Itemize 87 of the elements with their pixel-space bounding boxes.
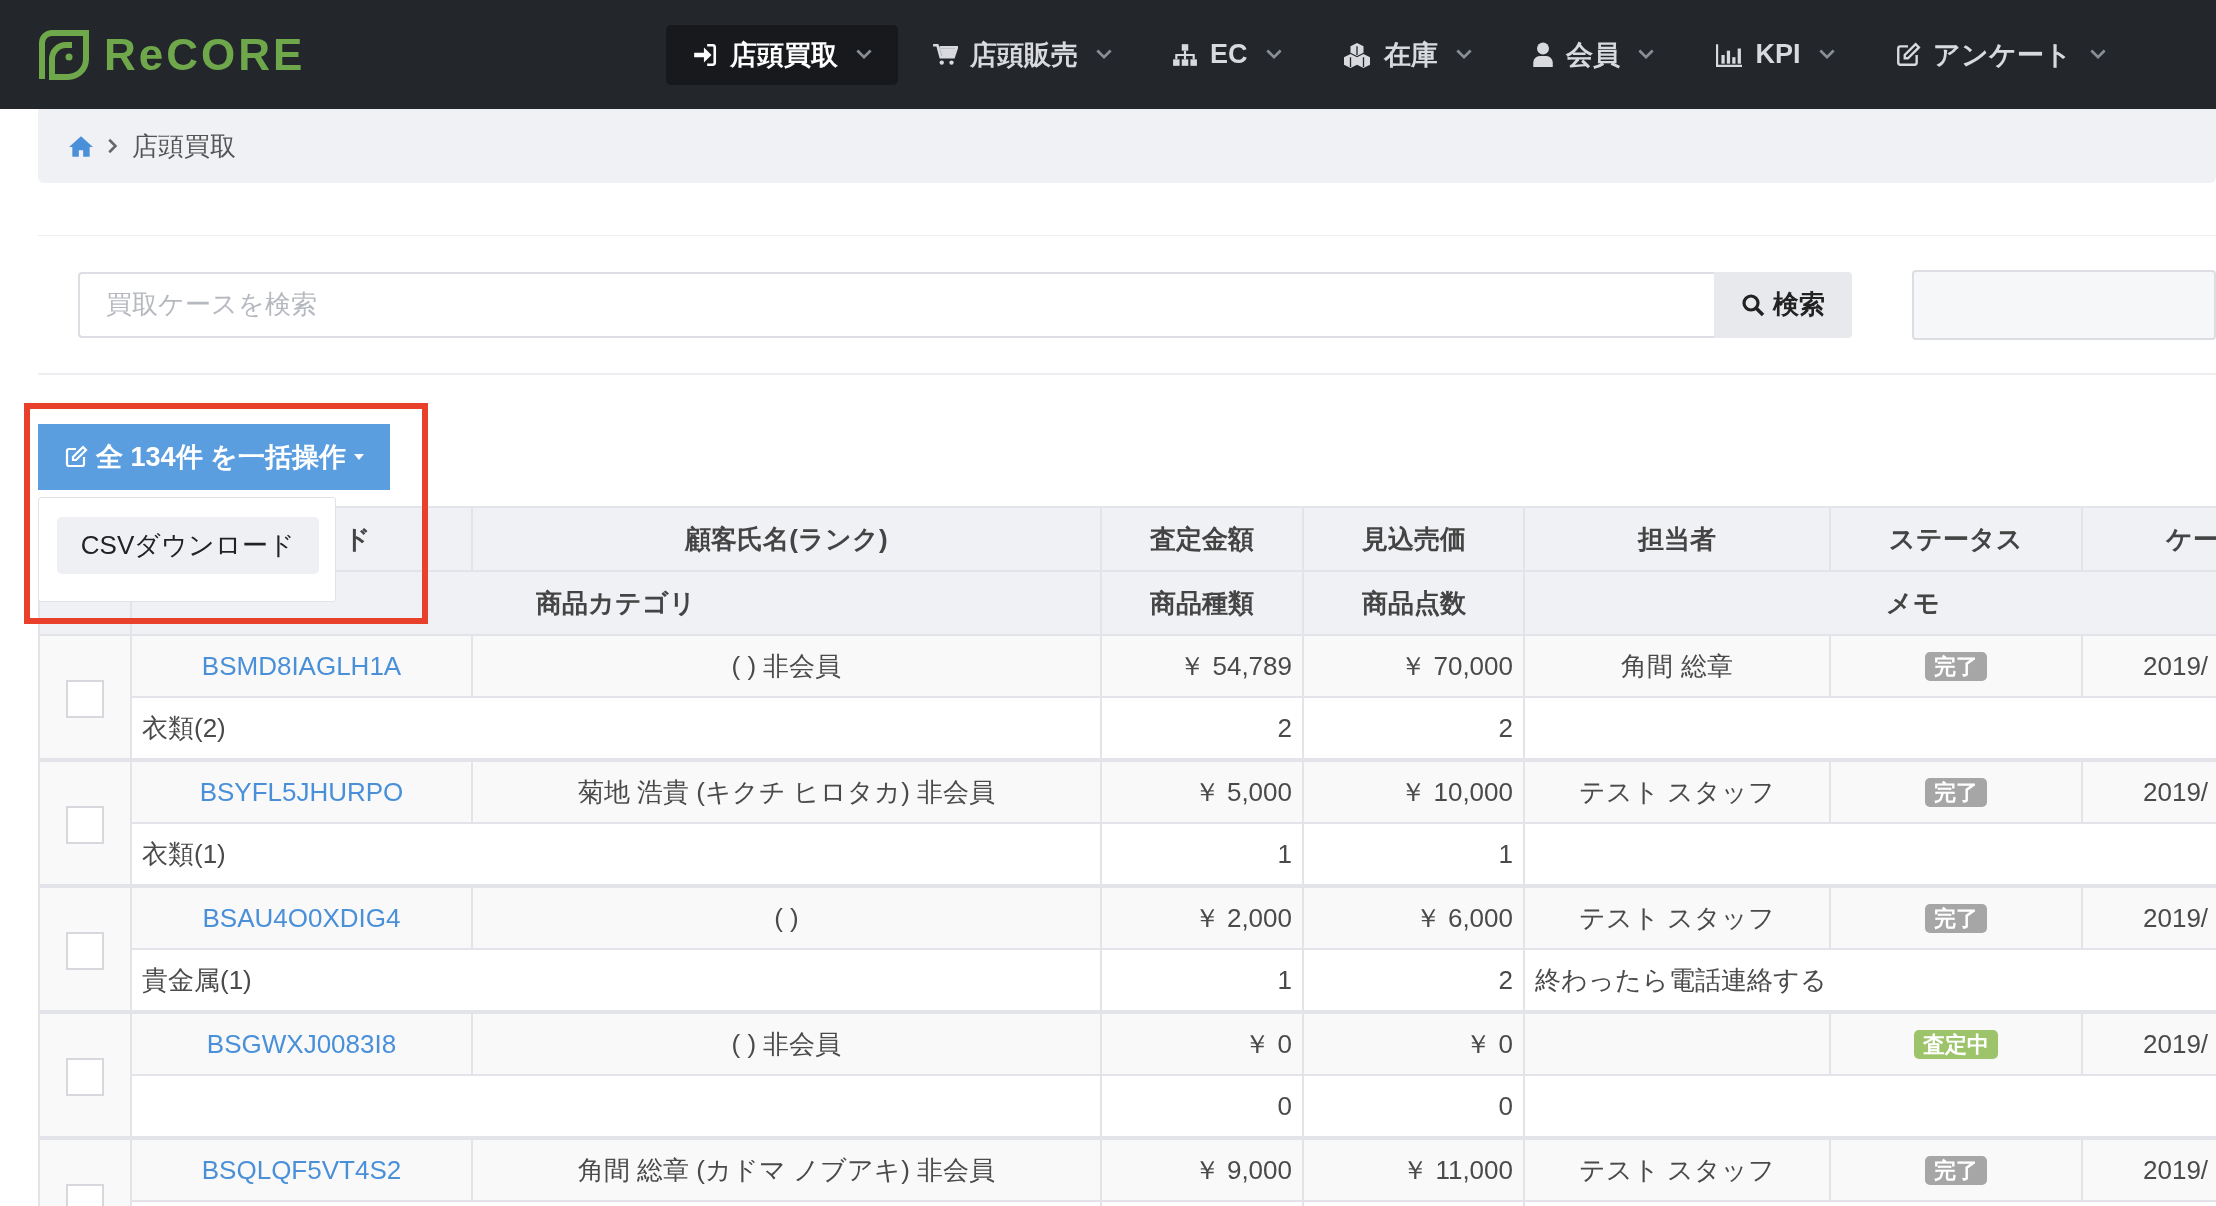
column-header: 商品点数: [1303, 571, 1524, 635]
table-cell: 終わったら電話連絡する: [1524, 949, 2216, 1012]
table-cell: ￥ 0: [1303, 1012, 1524, 1075]
bar-chart-icon: [1713, 41, 1744, 68]
table-cell: ( ) 非会員: [472, 1012, 1101, 1075]
table-cell: 2019/: [2082, 1138, 2216, 1201]
menu-item[interactable]: CSVダウンロード: [57, 517, 319, 574]
table-cell: ( ) 非会員: [472, 635, 1101, 697]
search-icon: [1741, 292, 1766, 317]
table-cell: ￥ 6,000: [1303, 886, 1524, 949]
cubes-icon: [1341, 41, 1372, 68]
chevron-down-icon: [856, 49, 872, 60]
nav-tab[interactable]: 在庫: [1315, 24, 1498, 85]
table-cell: ￥ 54,789: [1101, 635, 1303, 697]
table-cell: 2019/: [2082, 760, 2216, 823]
table-cell: 2019/: [2082, 886, 2216, 949]
table-cell: 菊地 浩貴 (キクチ ヒロタカ) 非会員: [472, 760, 1101, 823]
home-icon[interactable]: [68, 134, 94, 158]
table-cell: 角間 総章: [1524, 635, 1830, 697]
column-header: ステータス: [1830, 507, 2082, 571]
caret-icon: [354, 454, 365, 460]
breadcrumb-current: 店頭買取: [132, 129, 236, 163]
table-cell: ￥ 2,000: [1101, 886, 1303, 949]
chevron-down-icon: [1818, 49, 1835, 60]
column-header: 査定金額: [1101, 507, 1303, 571]
table-cell: ￥ 10,000: [1303, 760, 1524, 823]
table-cell: 0: [1303, 1075, 1524, 1138]
table-cell: 2: [1101, 697, 1303, 760]
chevron-down-icon: [1096, 49, 1112, 60]
status-label: 査定中: [1914, 1030, 1998, 1059]
chevron-right-icon: [108, 138, 118, 154]
chevron-down-icon: [1637, 49, 1654, 60]
nav-tab[interactable]: 店頭買取: [666, 24, 898, 85]
user-icon: [1531, 41, 1554, 68]
table-cell: ￥ 0: [1101, 1012, 1303, 1075]
row-checkbox[interactable]: [66, 1058, 104, 1096]
logo-text: ReCORE: [104, 29, 306, 80]
sitemap-icon: [1172, 41, 1198, 68]
search-button[interactable]: 検索: [1714, 271, 1852, 338]
table-cell: 1: [1101, 949, 1303, 1012]
edit-icon: [1894, 41, 1921, 68]
table-cell: テスト スタッフ: [1524, 760, 1830, 823]
nav-tab[interactable]: 会員: [1505, 24, 1680, 85]
table-cell: 2: [1303, 949, 1524, 1012]
sign-in-icon: [692, 41, 718, 68]
table-cell: 角間 総章 (カドマ ノブアキ) 非会員: [472, 1138, 1101, 1201]
table-cell: ( ): [472, 886, 1101, 949]
nav-tab[interactable]: EC: [1146, 24, 1308, 85]
column-header: 見込売価: [1303, 507, 1524, 571]
column-header: メモ: [1524, 571, 2216, 635]
column-header: ケー: [2082, 507, 2216, 571]
table-cell: 貴金属(1): [131, 949, 1101, 1012]
table-cell: 1: [1101, 823, 1303, 886]
table-cell: 2019/: [2082, 635, 2216, 697]
table-cell: 衣類(1): [131, 823, 1101, 886]
row-checkbox[interactable]: [66, 932, 104, 970]
table-cell: 衣類(2): [131, 697, 1101, 760]
table-cell: ￥ 9,000: [1101, 1138, 1303, 1201]
cart-icon: [932, 41, 958, 68]
table-cell: ￥ 70,000: [1303, 635, 1524, 697]
column-header: 商品種類: [1101, 571, 1303, 635]
table-cell: ￥ 11,000: [1303, 1138, 1524, 1201]
nav-tab[interactable]: KPI: [1687, 24, 1861, 85]
nav-tab[interactable]: 店頭販売: [906, 24, 1138, 85]
table-cell: 2: [1303, 697, 1524, 760]
table-cell: 1: [1303, 823, 1524, 886]
edit-icon: [64, 445, 88, 469]
chevron-down-icon: [2089, 49, 2106, 60]
nav-tab[interactable]: アンケート: [1868, 24, 2132, 85]
status-label: 完了: [1925, 778, 1987, 807]
status-label: 完了: [1925, 904, 1987, 933]
status-label: 完了: [1925, 652, 1987, 681]
table-cell: 0: [1101, 1075, 1303, 1138]
status-label: 完了: [1925, 1156, 1987, 1185]
column-header: 顧客氏名(ランク): [472, 507, 1101, 571]
row-checkbox[interactable]: [66, 680, 104, 718]
table-cell: テスト スタッフ: [1524, 1138, 1830, 1201]
table-cell: 2019/: [2082, 1012, 2216, 1075]
column-header: 担当者: [1524, 507, 1830, 571]
chevron-down-icon: [1265, 49, 1282, 60]
chevron-down-icon: [1455, 49, 1472, 60]
leaf-logo-icon: [38, 28, 90, 81]
table-cell: ￥ 5,000: [1101, 760, 1303, 823]
row-checkbox[interactable]: [66, 806, 104, 844]
table-cell: テスト スタッフ: [1524, 886, 1830, 949]
search-field[interactable]: 買取ケースを検索: [78, 271, 1715, 338]
side-button[interactable]: [1912, 269, 2216, 340]
